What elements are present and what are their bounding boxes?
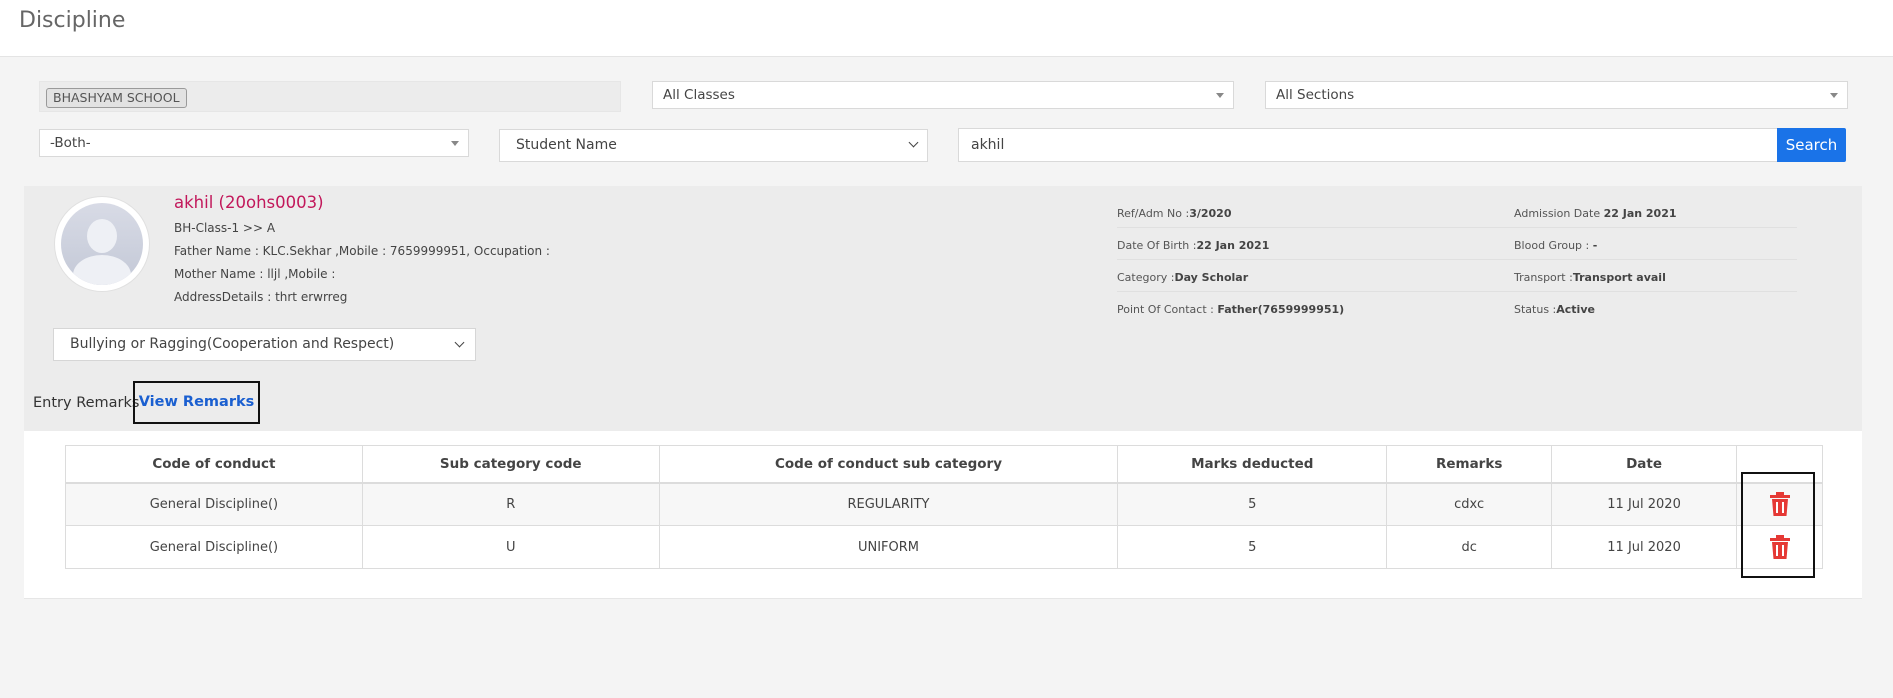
column-header[interactable]: Marks deducted xyxy=(1117,445,1388,484)
tab-view-remarks[interactable]: View Remarks xyxy=(133,381,260,424)
transport: Transport :Transport avail xyxy=(1514,271,1666,284)
table-cell: REGULARITY xyxy=(659,482,1119,526)
gender-select-value: -Both- xyxy=(50,135,91,151)
school-tag[interactable]: BHASHYAM SCHOOL xyxy=(46,88,187,108)
father-details: Father Name : KLC.Sekhar ,Mobile : 76599… xyxy=(174,244,550,258)
table-cell: General Discipline() xyxy=(65,482,363,526)
column-header[interactable]: Code of conduct xyxy=(65,445,363,484)
divider xyxy=(1117,291,1797,292)
trash-icon[interactable] xyxy=(1769,535,1790,559)
admission-date: Admission Date 22 Jan 2021 xyxy=(1514,207,1677,220)
table-cell: UNIFORM xyxy=(659,525,1119,569)
user-avatar-icon xyxy=(54,196,150,292)
page-header: Discipline xyxy=(0,0,1893,57)
column-header[interactable]: Date xyxy=(1551,445,1737,484)
table-cell: 5 xyxy=(1117,482,1388,526)
date-of-birth: Date Of Birth :22 Jan 2021 xyxy=(1117,239,1270,252)
point-of-contact: Point Of Contact : Father(7659999951) xyxy=(1117,303,1345,316)
table-row: General Discipline() U UNIFORM 5 dc 11 J… xyxy=(65,525,1823,569)
discipline-category-select[interactable]: Bullying or Ragging(Cooperation and Resp… xyxy=(53,328,476,361)
table-header-row: Code of conduct Sub category code Code o… xyxy=(65,445,1823,484)
divider xyxy=(1117,259,1797,260)
delete-cell xyxy=(1736,525,1823,569)
class-select-value: All Classes xyxy=(663,87,735,103)
chevron-down-icon xyxy=(454,337,465,348)
table-row: General Discipline() R REGULARITY 5 cdxc… xyxy=(65,482,1823,526)
table-cell: U xyxy=(362,525,660,569)
table-cell: 11 Jul 2020 xyxy=(1551,482,1737,526)
trash-icon[interactable] xyxy=(1769,492,1790,517)
remarks-table: Code of conduct Sub category code Code o… xyxy=(65,445,1823,569)
divider xyxy=(1117,227,1797,228)
table-cell: 11 Jul 2020 xyxy=(1551,525,1737,569)
column-header[interactable]: Code of conduct sub category xyxy=(659,445,1119,484)
class-select[interactable]: All Classes xyxy=(652,81,1234,109)
section-select-value: All Sections xyxy=(1276,87,1355,103)
mother-details: Mother Name : lljl ,Mobile : xyxy=(174,267,336,281)
column-header[interactable]: Sub category code xyxy=(362,445,660,484)
column-header-actions xyxy=(1736,445,1823,484)
caret-down-icon xyxy=(1830,93,1838,98)
status: Status :Active xyxy=(1514,303,1595,316)
column-header[interactable]: Remarks xyxy=(1386,445,1553,484)
category: Category :Day Scholar xyxy=(1117,271,1249,284)
search-by-value: Student Name xyxy=(516,137,617,153)
table-cell: R xyxy=(362,482,660,526)
caret-down-icon xyxy=(451,141,459,146)
section-select[interactable]: All Sections xyxy=(1265,81,1848,109)
discipline-category-value: Bullying or Ragging(Cooperation and Resp… xyxy=(70,336,395,352)
caret-down-icon xyxy=(1216,93,1224,98)
chevron-down-icon xyxy=(908,137,919,148)
student-class: BH-Class-1 >> A xyxy=(174,221,276,235)
address-details: AddressDetails : thrt erwrreg xyxy=(174,290,348,304)
table-cell: cdxc xyxy=(1386,482,1553,526)
blood-group: Blood Group : - xyxy=(1514,239,1598,252)
table-cell: General Discipline() xyxy=(65,525,363,569)
ref-adm-no: Ref/Adm No :3/2020 xyxy=(1117,207,1232,220)
student-name[interactable]: akhil (20ohs0003) xyxy=(174,193,324,212)
page-title: Discipline xyxy=(19,8,126,33)
search-input[interactable]: akhil xyxy=(958,128,1778,162)
table-cell: 5 xyxy=(1117,525,1388,569)
delete-cell xyxy=(1736,482,1823,526)
tab-entry-remarks[interactable]: Entry Remarks xyxy=(33,395,139,411)
gender-select[interactable]: -Both- xyxy=(39,129,469,157)
school-select[interactable]: BHASHYAM SCHOOL xyxy=(39,81,621,112)
table-cell: dc xyxy=(1386,525,1553,569)
search-by-select[interactable]: Student Name xyxy=(499,129,928,162)
search-button[interactable]: Search xyxy=(1777,128,1846,162)
